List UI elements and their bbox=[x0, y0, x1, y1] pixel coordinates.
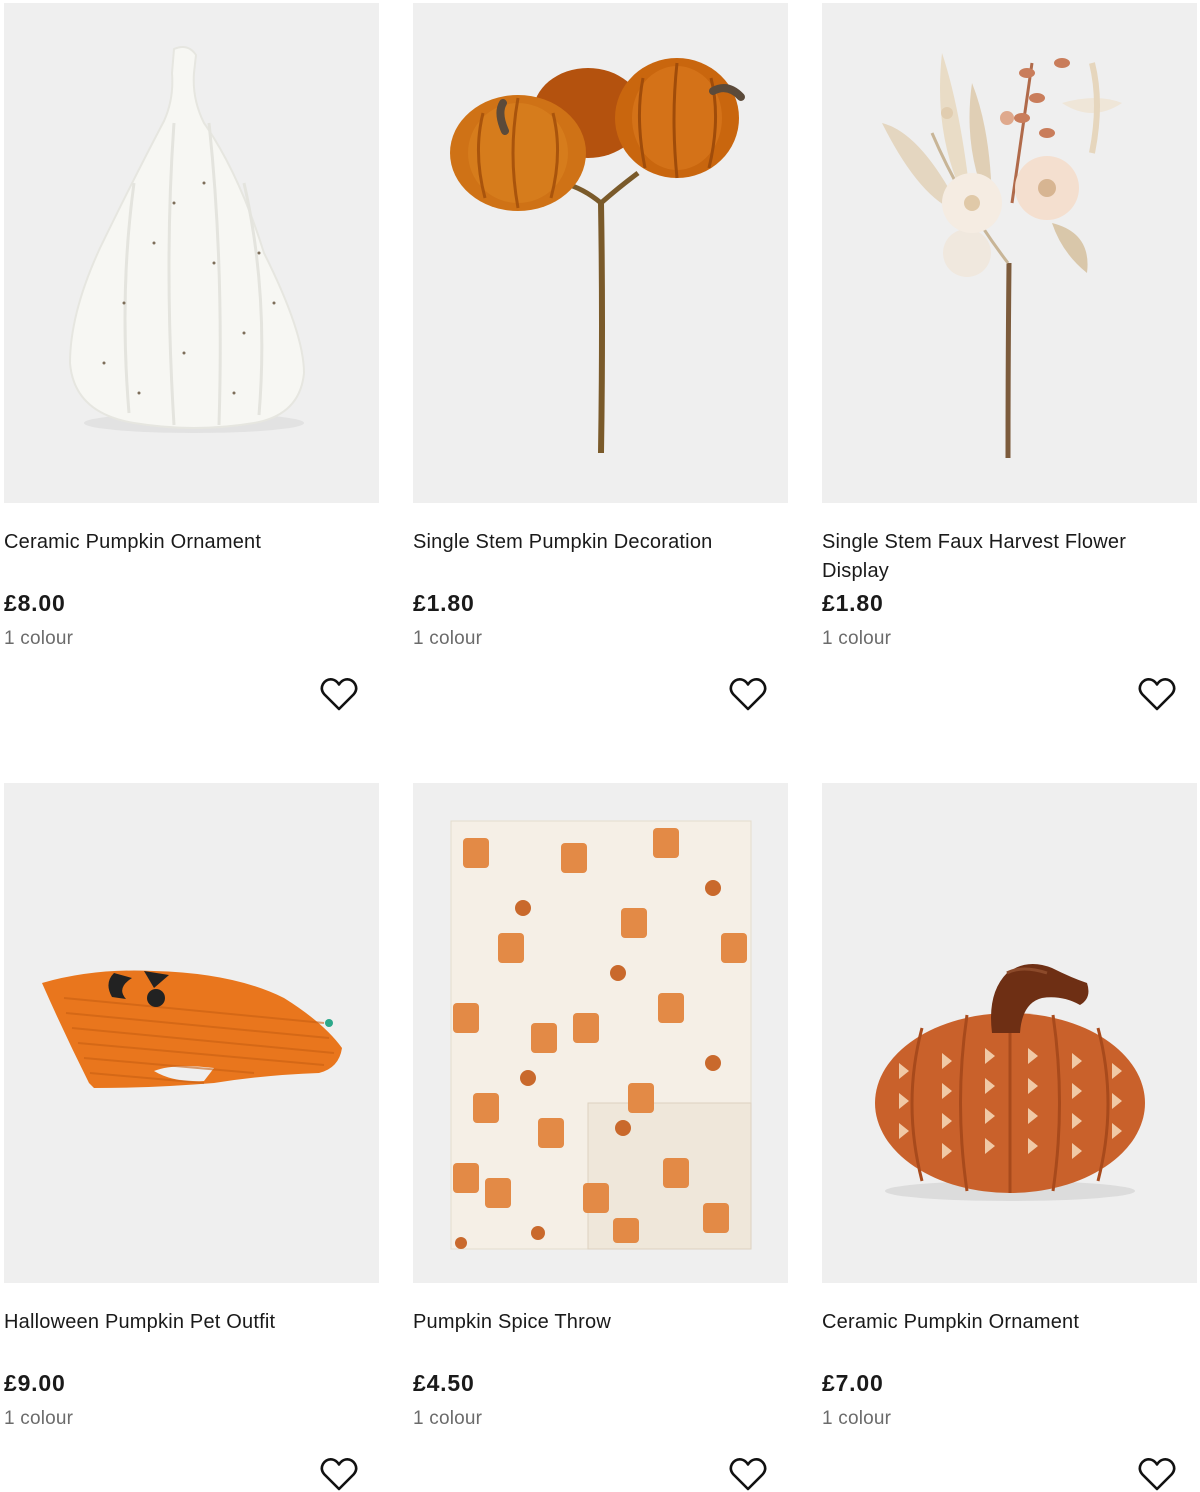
product-title[interactable]: Ceramic Pumpkin Ornament bbox=[822, 1308, 1152, 1337]
favourite-heart-icon[interactable] bbox=[320, 1456, 358, 1492]
product-image[interactable] bbox=[413, 3, 788, 503]
product-price: £1.80 bbox=[413, 590, 475, 616]
product-image[interactable] bbox=[822, 783, 1197, 1283]
product-price: £1.80 bbox=[822, 590, 884, 616]
product-image[interactable] bbox=[413, 783, 788, 1283]
product-price: £4.50 bbox=[413, 1370, 475, 1396]
colour-count: 1 colour bbox=[413, 1408, 483, 1429]
product-title[interactable]: Halloween Pumpkin Pet Outfit bbox=[4, 1308, 334, 1337]
product-image[interactable] bbox=[4, 3, 379, 503]
white-ceramic-pumpkin-image bbox=[68, 46, 306, 433]
pet-outfit-image bbox=[42, 970, 342, 1088]
product-title[interactable]: Single Stem Pumpkin Decoration bbox=[413, 528, 743, 557]
favourite-heart-icon[interactable] bbox=[729, 676, 767, 712]
product-image[interactable] bbox=[822, 3, 1197, 503]
product-title[interactable]: Ceramic Pumpkin Ornament bbox=[4, 528, 334, 557]
favourite-heart-icon[interactable] bbox=[320, 676, 358, 712]
product-price: £9.00 bbox=[4, 1370, 66, 1396]
product-title[interactable]: Single Stem Faux Harvest Flower Display bbox=[822, 528, 1152, 586]
product-title[interactable]: Pumpkin Spice Throw bbox=[413, 1308, 743, 1337]
colour-count: 1 colour bbox=[4, 628, 74, 649]
product-image[interactable] bbox=[4, 783, 379, 1283]
colour-count: 1 colour bbox=[822, 628, 892, 649]
pumpkin-spice-throw-image bbox=[450, 820, 752, 1250]
faux-flower-stem-image bbox=[882, 53, 1122, 459]
favourite-heart-icon[interactable] bbox=[729, 1456, 767, 1492]
colour-count: 1 colour bbox=[4, 1408, 74, 1429]
product-price: £7.00 bbox=[822, 1370, 884, 1396]
velvet-pumpkin-stem-image bbox=[450, 58, 745, 454]
favourite-heart-icon[interactable] bbox=[1138, 676, 1176, 712]
product-price: £8.00 bbox=[4, 590, 66, 616]
favourite-heart-icon[interactable] bbox=[1138, 1456, 1176, 1492]
colour-count: 1 colour bbox=[413, 628, 483, 649]
orange-ceramic-pumpkin-image bbox=[875, 964, 1145, 1201]
colour-count: 1 colour bbox=[822, 1408, 892, 1429]
